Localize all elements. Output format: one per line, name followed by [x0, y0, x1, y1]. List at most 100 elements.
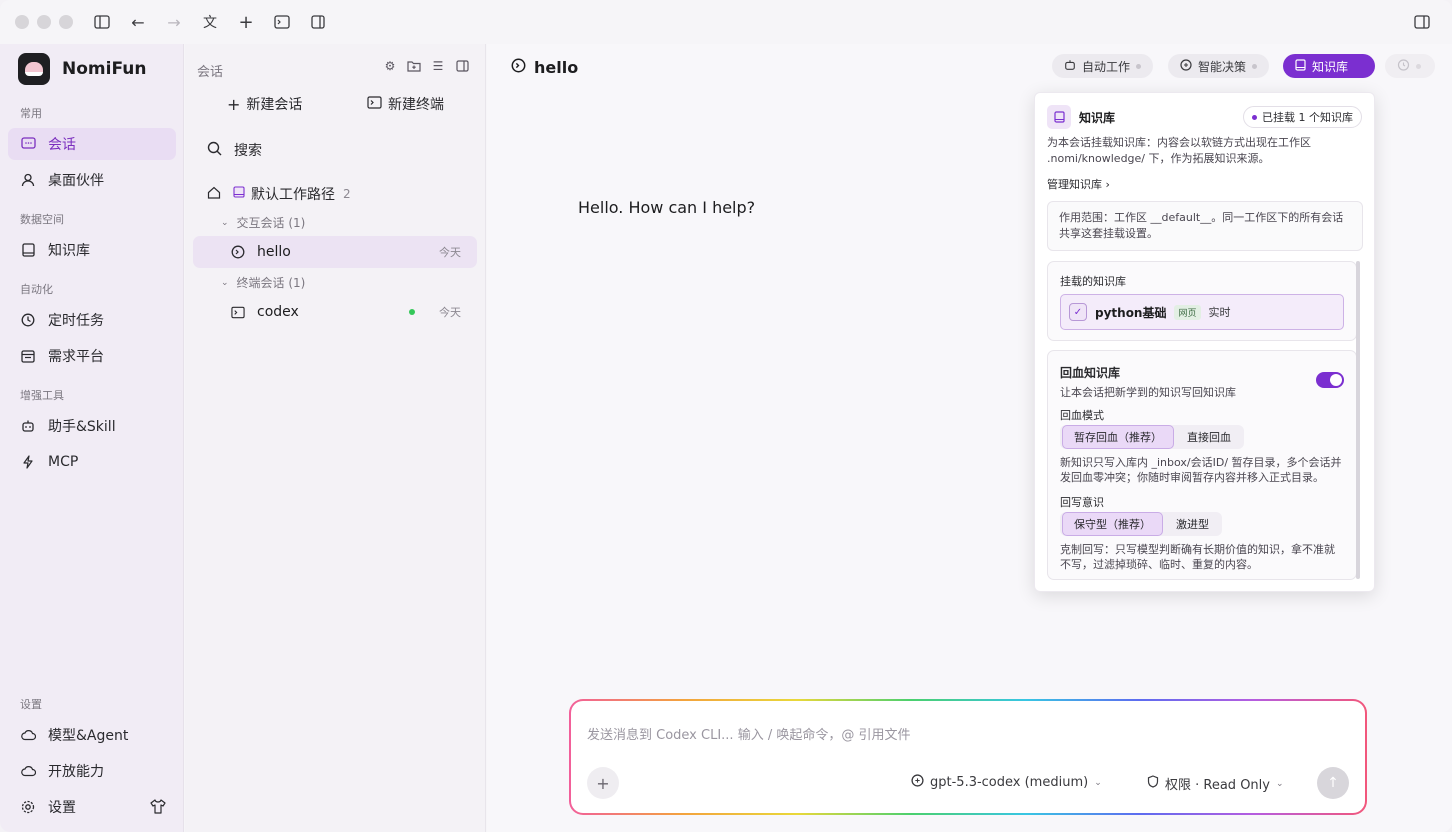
- sidebar-item-requirements[interactable]: 需求平台: [8, 340, 176, 372]
- knowledge-type-tag: 网页: [1174, 304, 1201, 320]
- scope-info-box: 作用范围：工作区 __default__。同一工作区下的所有会话 共享这套挂载设…: [1047, 201, 1363, 251]
- back-arrow-icon[interactable]: ←: [128, 12, 148, 32]
- new-folder-icon[interactable]: [407, 59, 421, 73]
- checkbox-checked[interactable]: ✓: [1069, 303, 1087, 321]
- sidebar-item-open-capability[interactable]: 开放能力: [8, 755, 176, 787]
- clock-icon: [20, 312, 36, 328]
- writeback-card: 回血知识库 让本会话把新学到的知识写回知识库 回血模式 暂存回血（推荐） 直接回…: [1047, 350, 1357, 580]
- sidebar-item-label: 设置: [48, 800, 76, 816]
- sidebar-item-label: 会话: [48, 137, 76, 153]
- awareness-description-2: 不写，过滤掉琐碎、临时、重复的内容。: [1060, 558, 1258, 571]
- knowledge-mode: 实时: [1208, 306, 1231, 319]
- sidebar-item-assistant-skill[interactable]: 助手&Skill: [8, 410, 176, 442]
- sidebar-toggle-icon[interactable]: [92, 12, 112, 32]
- group-terminal-sessions[interactable]: ⌄ 终端会话 (1): [221, 274, 305, 291]
- writeback-toggle[interactable]: [1316, 372, 1344, 388]
- awareness-option-conservative[interactable]: 保守型（推荐）: [1062, 512, 1163, 536]
- knowledge-popover: 知识库 已挂载 1 个知识库 为本会话挂载知识库：内容会以软链方式出现在工作区 …: [1034, 92, 1375, 592]
- sidebar-item-label: 助手&Skill: [48, 419, 116, 435]
- manage-knowledge-link[interactable]: 管理知识库 ›: [1047, 176, 1110, 192]
- terminal-icon[interactable]: [272, 12, 292, 32]
- conversation-header: hello: [511, 58, 578, 77]
- collapse-panel-icon[interactable]: [455, 59, 469, 73]
- workspace-row[interactable]: 默认工作路径 2: [207, 184, 351, 204]
- panel-title: 会话: [197, 65, 224, 80]
- sidebar-item-scheduled-tasks[interactable]: 定时任务: [8, 304, 176, 336]
- brain-icon: [1180, 58, 1192, 74]
- new-tab-plus-icon[interactable]: +: [236, 12, 256, 33]
- app-brand: NomiFun: [18, 53, 146, 85]
- send-button[interactable]: ↑: [1317, 767, 1349, 799]
- window-controls[interactable]: [15, 15, 73, 29]
- sidebar-item-knowledge[interactable]: 知识库: [8, 234, 176, 266]
- smart-decision-pill[interactable]: 智能决策: [1168, 54, 1270, 78]
- sidebar-item-mcp[interactable]: MCP: [8, 446, 176, 478]
- settings-gear-icon[interactable]: ⚙: [383, 59, 397, 73]
- sidebar-item-label: 模型&Agent: [48, 728, 129, 744]
- translate-icon[interactable]: 文: [200, 12, 220, 32]
- mode-option-direct[interactable]: 直接回血: [1176, 426, 1242, 448]
- search-button[interactable]: 搜索: [207, 140, 262, 160]
- mode-description-1: 新知识只写入库内 _inbox/会话ID/ 暂存目录，多个会话并: [1060, 456, 1342, 469]
- mode-description-2: 发回血零冲突；你随时审阅暂存内容并移入正式目录。: [1060, 471, 1324, 484]
- session-item-codex[interactable]: codex 今天: [193, 296, 477, 328]
- model-icon: [911, 774, 924, 791]
- mode-option-staged[interactable]: 暂存回血（推荐）: [1062, 425, 1174, 449]
- close-window-button[interactable]: [15, 15, 29, 29]
- knowledge-base-pill[interactable]: 知识库: [1283, 54, 1375, 78]
- mode-segmented-control: 暂存回血（推荐） 直接回血: [1060, 425, 1244, 449]
- list-icon: [20, 348, 36, 364]
- session-item-hello[interactable]: hello 今天: [193, 236, 477, 268]
- alarm-pill[interactable]: [1385, 54, 1435, 78]
- shield-icon: [1147, 775, 1159, 792]
- session-panel: 会话 ⚙ ☰ + 新建会话 新建终端 搜索 默认工作路径 2 ⌄ 交互会话 (1…: [185, 44, 486, 832]
- pill-label: 智能决策: [1198, 59, 1247, 74]
- message-input[interactable]: 发送消息到 Codex CLI... 输入 / 唤起命令，@ 引用文件: [587, 724, 910, 743]
- alarm-clock-icon: [1397, 58, 1410, 74]
- awareness-description: 克制回写：只写模型判断确有长期价值的知识，拿不准就 不写，过滤掉琐碎、临时、重复…: [1060, 542, 1335, 572]
- popover-description-2: .nomi/knowledge/ 下，作为拓展知识来源。: [1047, 152, 1270, 165]
- search-label: 搜索: [234, 143, 262, 159]
- mode-label: 回血模式: [1060, 409, 1104, 422]
- chevron-down-icon: ⌄: [1275, 778, 1284, 789]
- awareness-option-aggressive[interactable]: 激进型: [1165, 513, 1220, 535]
- sidebar-item-label: 需求平台: [48, 349, 104, 365]
- sidebar-item-chat[interactable]: 会话: [8, 128, 176, 160]
- model-name: gpt-5.3-codex (medium): [930, 775, 1089, 790]
- sidebar-item-label: 定时任务: [48, 313, 104, 329]
- right-panel-toggle-icon[interactable]: [1412, 12, 1432, 32]
- sidebar-item-settings[interactable]: 设置: [8, 791, 136, 823]
- split-panel-icon[interactable]: [308, 12, 328, 32]
- auto-work-pill[interactable]: 自动工作: [1052, 54, 1154, 78]
- book-icon: [1295, 58, 1306, 74]
- popover-scrollbar[interactable]: [1356, 261, 1360, 579]
- arrow-up-icon: ↑: [1327, 775, 1339, 791]
- chevron-down-icon: ⌄: [221, 217, 229, 228]
- new-session-button[interactable]: + 新建会话: [227, 94, 302, 114]
- popover-header: 知识库: [1047, 105, 1115, 129]
- plus-icon: +: [227, 94, 241, 114]
- chat-bubble-icon: [231, 245, 245, 259]
- sidebar-item-label: MCP: [48, 454, 79, 470]
- section-label-data: 数据空间: [20, 213, 64, 226]
- attach-plus-button[interactable]: +: [587, 767, 619, 799]
- group-interactive-sessions[interactable]: ⌄ 交互会话 (1): [221, 214, 305, 231]
- sidebar-item-desktop-buddy[interactable]: 桌面伙伴: [8, 164, 176, 196]
- section-label-tools: 增强工具: [20, 389, 64, 402]
- scope-text-2: 共享这套挂载设置。: [1059, 227, 1158, 240]
- sidebar-item-model-agent[interactable]: 模型&Agent: [8, 719, 176, 751]
- session-date: 今天: [439, 246, 461, 259]
- main-area: hello 自动工作 智能决策 知识库 Hello. How can I hel…: [487, 44, 1452, 832]
- list-view-icon[interactable]: ☰: [431, 59, 445, 73]
- model-selector[interactable]: gpt-5.3-codex (medium) ⌄: [911, 774, 1102, 791]
- maximize-window-button[interactable]: [59, 15, 73, 29]
- forward-arrow-icon[interactable]: →: [164, 12, 184, 32]
- sidebar: NomiFun 常用 会话 桌面伙伴 数据空间 知识库 自动化 定时任务 需求平…: [0, 44, 184, 832]
- session-date: 今天: [439, 306, 461, 319]
- minimize-window-button[interactable]: [37, 15, 51, 29]
- shirt-icon[interactable]: [150, 799, 166, 815]
- knowledge-item-python[interactable]: ✓ python基础 网页 实时: [1060, 294, 1344, 330]
- permission-selector[interactable]: 权限 · Read Only ⌄: [1147, 774, 1284, 793]
- new-terminal-button[interactable]: 新建终端: [367, 94, 444, 114]
- book-icon: [20, 242, 36, 258]
